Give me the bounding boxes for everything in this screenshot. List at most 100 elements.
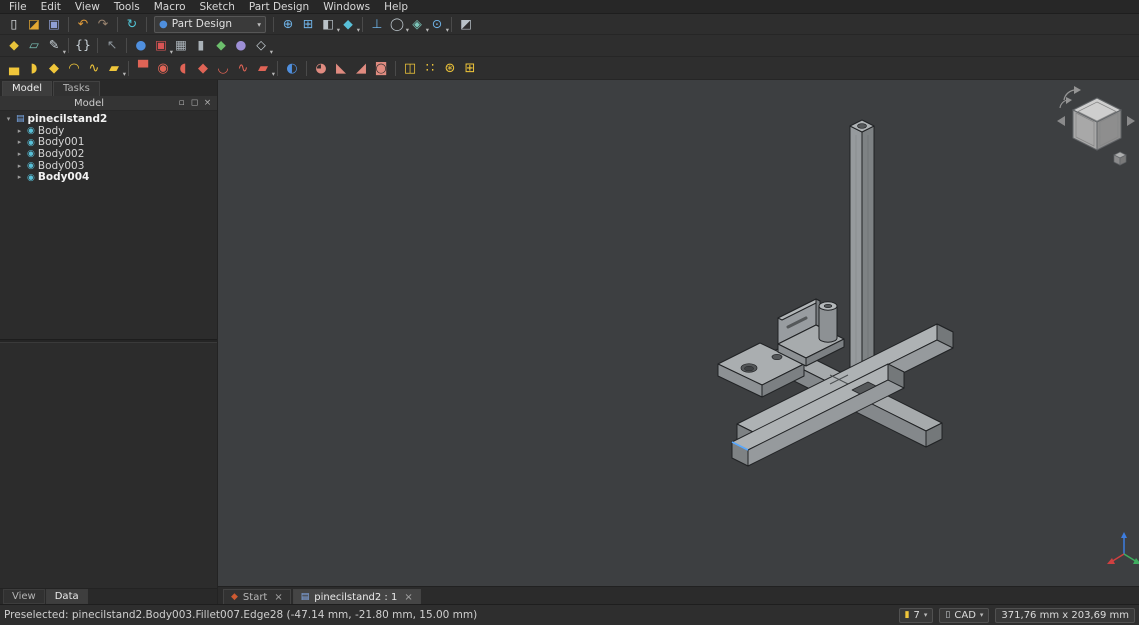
undock-panel-button[interactable]: ▫	[175, 97, 188, 110]
texture-view-icon[interactable]: ◈▾	[407, 15, 427, 33]
pocket-glyph: ▀	[138, 62, 148, 75]
mirrored-icon[interactable]: ◫	[400, 59, 420, 77]
save-document-icon[interactable]: ▣	[44, 15, 64, 33]
zoom-selection-icon[interactable]: ⊞	[298, 15, 318, 33]
expander-icon[interactable]: ▸	[15, 172, 24, 184]
body-icon: ◉	[27, 174, 35, 183]
open-document-icon[interactable]: ◪	[24, 15, 44, 33]
toolbar-separator	[273, 17, 274, 32]
chevron-down-icon: ▾	[446, 26, 449, 34]
refresh-icon[interactable]: ↻	[122, 15, 142, 33]
groove-icon[interactable]: ◖	[173, 59, 193, 77]
redo-icon[interactable]: ↷	[93, 15, 113, 33]
view-isometric-icon[interactable]: ◆▾	[338, 15, 358, 33]
clipping-plane-icon[interactable]: ◯▾	[387, 15, 407, 33]
draw-style-icon[interactable]: ◧▾	[318, 15, 338, 33]
menu-file[interactable]: File	[2, 1, 34, 13]
menu-macro[interactable]: Macro	[147, 1, 193, 13]
linear-pattern-icon[interactable]: ∷	[420, 59, 440, 77]
additive-helix-icon[interactable]: ∿	[84, 59, 104, 77]
tree-item-body[interactable]: ▸◉Body	[0, 126, 217, 138]
workbench-selector[interactable]: ●Part Design▾	[154, 16, 266, 33]
tab-data[interactable]: Data	[46, 589, 88, 604]
expander-icon[interactable]: ▾	[4, 114, 13, 126]
expander-icon[interactable]: ▸	[15, 161, 24, 173]
tab-pinecilstand2-1-icon: ▤	[301, 593, 310, 602]
polar-pattern-icon[interactable]: ⊛	[440, 59, 460, 77]
select-arrow-icon[interactable]: ↖	[102, 37, 122, 55]
align-view-icon[interactable]: ⊥	[367, 15, 387, 33]
tree-item-body004[interactable]: ▸◉Body004	[0, 172, 217, 184]
expander-icon[interactable]: ▸	[15, 137, 24, 149]
select-arrow-glyph: ↖	[107, 39, 117, 52]
subtractive-pipe-icon[interactable]: ◡	[213, 59, 233, 77]
chamfer-icon[interactable]: ◣	[331, 59, 351, 77]
close-icon[interactable]: ×	[274, 592, 282, 603]
subtractive-primitive-icon[interactable]: ▰▾	[253, 59, 273, 77]
close-icon[interactable]: ×	[404, 592, 412, 603]
zoom-tools-icon[interactable]: ⊙▾	[427, 15, 447, 33]
box-display-icon[interactable]: ▦	[171, 37, 191, 55]
new-document-glyph: ▯	[11, 18, 18, 31]
fillet-icon[interactable]: ◕	[311, 59, 331, 77]
tab-tasks[interactable]: Tasks	[53, 81, 100, 96]
additive-pipe-icon[interactable]: ◠	[64, 59, 84, 77]
menu-sketch[interactable]: Sketch	[193, 1, 242, 13]
groove-glyph: ◖	[180, 62, 187, 75]
datum-tools-icon[interactable]: ◇▾	[251, 37, 271, 55]
subtractive-loft-icon[interactable]: ◆	[193, 59, 213, 77]
expander-icon[interactable]: ▸	[15, 149, 24, 161]
hole-icon[interactable]: ◉	[153, 59, 173, 77]
tree-item-body001[interactable]: ▸◉Body001	[0, 137, 217, 149]
create-sketch-icon[interactable]: ▱	[24, 37, 44, 55]
appearance-icon[interactable]: ●	[131, 37, 151, 55]
body-icon: ◉	[27, 150, 35, 159]
marker-size-selector[interactable]: ▮ 7 ▾	[899, 608, 934, 623]
check-geometry-icon[interactable]: ●	[231, 37, 251, 55]
close-panel-button[interactable]: ×	[201, 97, 214, 110]
cylinder-display-icon[interactable]: ▮	[191, 37, 211, 55]
tree-item-pinecilstand2[interactable]: ▾▤pinecilstand2	[0, 114, 217, 126]
3d-viewport[interactable]	[218, 80, 1139, 586]
navigation-cube[interactable]	[1057, 86, 1135, 165]
refine-shape-icon[interactable]: ◆	[211, 37, 231, 55]
navigation-style-selector[interactable]: ▯ CAD ▾	[939, 608, 989, 623]
revolution-icon[interactable]: ◗	[24, 59, 44, 77]
undo-icon[interactable]: ↶	[73, 15, 93, 33]
maximize-panel-button[interactable]: ◻	[188, 97, 201, 110]
multi-transform-icon[interactable]: ⊞	[460, 59, 480, 77]
menu-help[interactable]: Help	[377, 1, 415, 13]
menu-edit[interactable]: Edit	[34, 1, 68, 13]
create-body-icon[interactable]: ◆	[4, 37, 24, 55]
set-color-icon[interactable]: ▣▾	[151, 37, 171, 55]
pad-icon[interactable]: ▄	[4, 59, 24, 77]
toolbar-separator	[451, 17, 452, 32]
model-pinecilstand[interactable]	[718, 120, 953, 466]
thickness-icon[interactable]: ◙	[371, 59, 391, 77]
macro-record-icon[interactable]: {}	[73, 37, 93, 55]
fit-all-icon[interactable]: ⊕	[278, 15, 298, 33]
draft-icon[interactable]: ◢	[351, 59, 371, 77]
section-view-icon[interactable]: ◩	[456, 15, 476, 33]
menu-tools[interactable]: Tools	[107, 1, 147, 13]
nav-mini-cube-icon[interactable]	[1114, 152, 1126, 165]
model-post[interactable]	[850, 120, 874, 392]
model-cylinder[interactable]	[819, 302, 837, 342]
additive-loft-icon[interactable]: ◆	[44, 59, 64, 77]
additive-primitive-icon[interactable]: ▰▾	[104, 59, 124, 77]
new-document-icon[interactable]: ▯	[4, 15, 24, 33]
tree-item-body002[interactable]: ▸◉Body002	[0, 149, 217, 161]
tree-item-body003[interactable]: ▸◉Body003	[0, 161, 217, 173]
tab-pinecilstand2-1[interactable]: ▤pinecilstand2 : 1×	[293, 589, 421, 604]
expander-icon[interactable]: ▸	[15, 126, 24, 138]
subtractive-helix-icon[interactable]: ∿	[233, 59, 253, 77]
menu-part-design[interactable]: Part Design	[242, 1, 316, 13]
menu-view[interactable]: View	[68, 1, 107, 13]
boolean-operation-icon[interactable]: ◐	[282, 59, 302, 77]
pocket-icon[interactable]: ▀	[133, 59, 153, 77]
tab-model[interactable]: Model	[2, 81, 52, 96]
edit-sketch-icon[interactable]: ✎▾	[44, 37, 64, 55]
menu-windows[interactable]: Windows	[316, 1, 377, 13]
tab-view[interactable]: View	[3, 589, 45, 604]
tab-start[interactable]: ◆Start×	[223, 589, 291, 604]
